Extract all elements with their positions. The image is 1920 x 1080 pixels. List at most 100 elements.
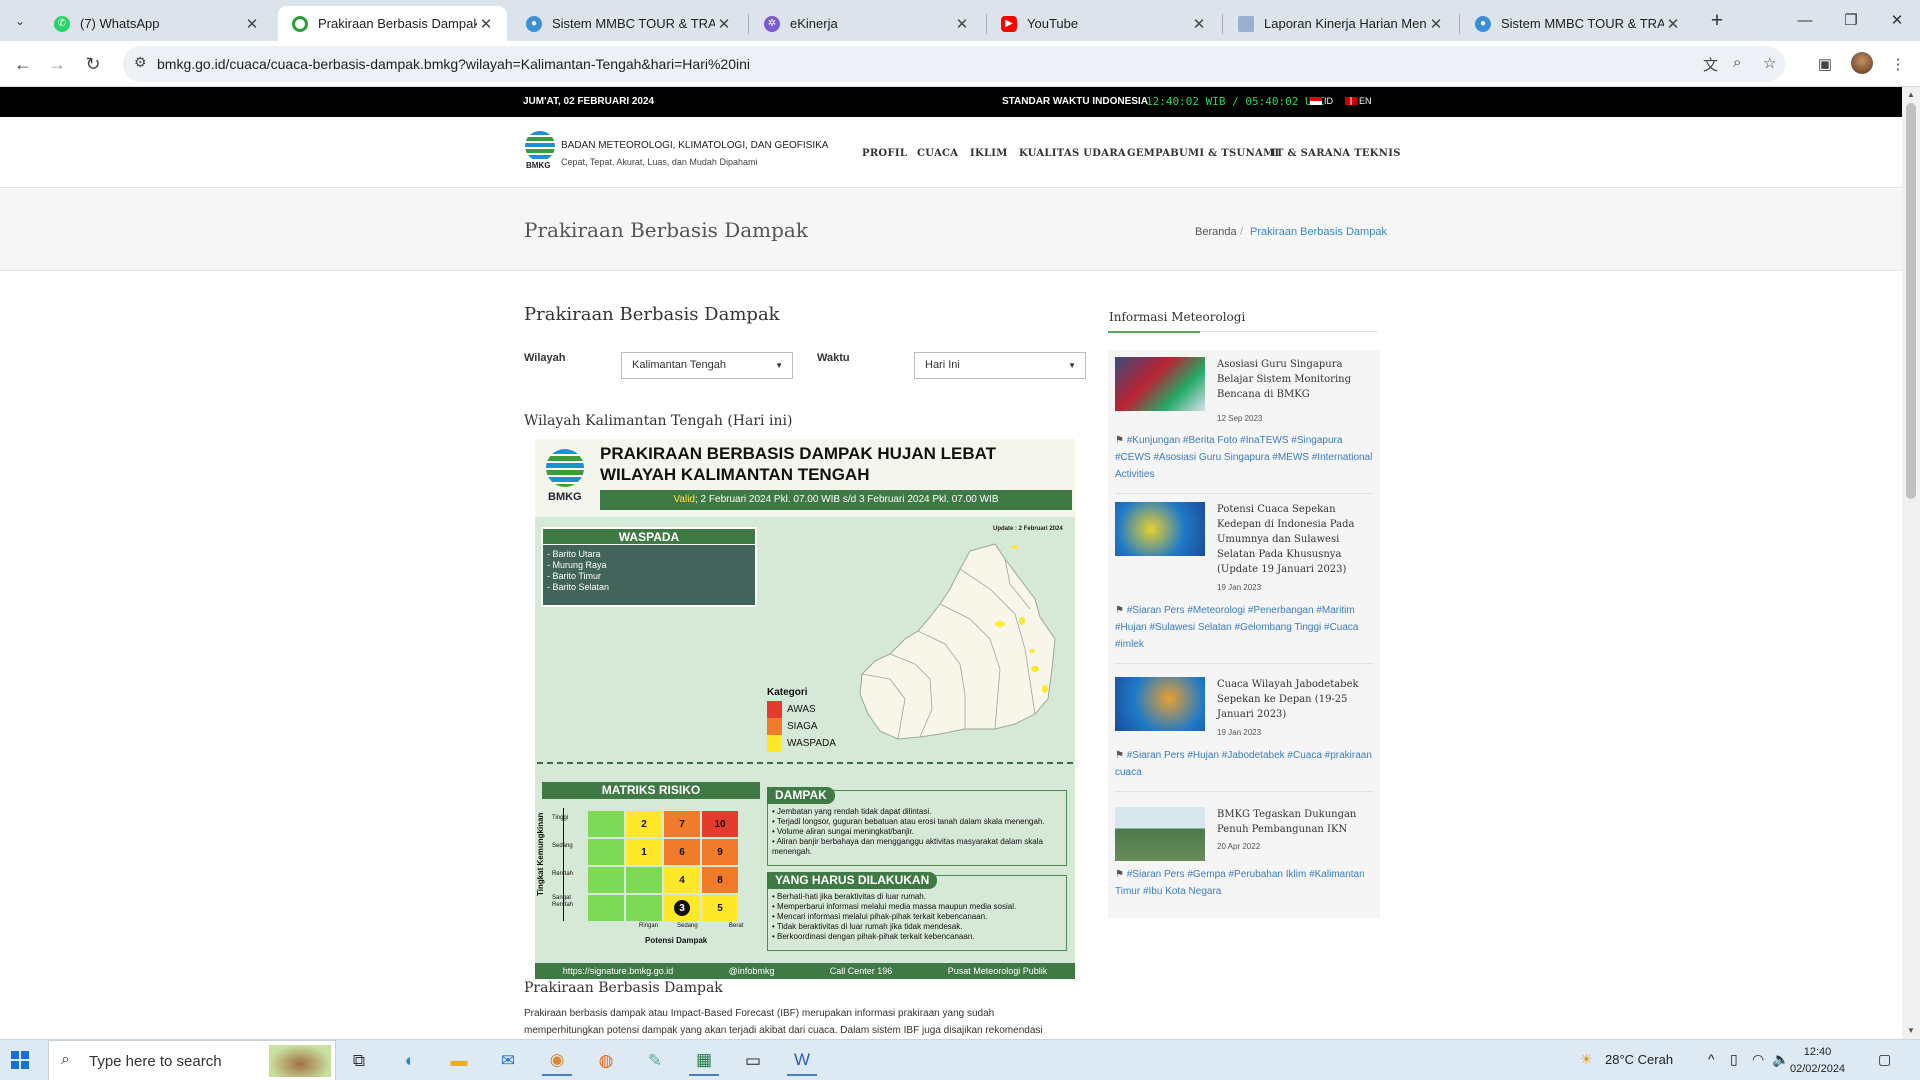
matrix-x-axis-label: Potensi Dampak	[645, 936, 708, 945]
nav-kualitas-udara[interactable]: KUALITAS UDARA	[1019, 148, 1126, 159]
profile-avatar[interactable]	[1851, 52, 1873, 74]
meet-now-icon[interactable]: ▯	[1730, 1051, 1738, 1068]
zoom-icon[interactable]: ⌕	[1733, 54, 1741, 71]
article-title[interactable]: Potensi Cuaca Sepekan Kedepan di Indones…	[1217, 502, 1369, 577]
waspada-box: WASPADA - Barito Utara - Murung Raya - B…	[541, 527, 757, 607]
list-item: • Mencari informasi melalui pihak-pihak …	[772, 912, 988, 921]
bookmark-star-icon[interactable]: ☆	[1763, 54, 1776, 72]
windows-start-icon[interactable]	[11, 1051, 29, 1069]
list-item: • Jembatan yang rendah tidak dapat dilin…	[772, 807, 932, 816]
tab-ekinerja[interactable]: ✲ eKinerja ✕	[750, 6, 983, 41]
notification-icon[interactable]: ▢	[1878, 1051, 1891, 1068]
firefox-icon[interactable]: ◍	[591, 1046, 621, 1076]
nav-iklim[interactable]: IKLIM	[970, 148, 1008, 159]
region-title: Wilayah Kalimantan Tengah (Hari ini)	[524, 413, 793, 429]
matrix-row-label: Sangat Rendah	[552, 895, 574, 908]
matrix-y-axis-label: Tingkat Kemungkinan	[536, 812, 545, 896]
file-explorer-icon[interactable]: ▬	[444, 1046, 474, 1076]
article-title[interactable]: Cuaca Wilayah Jabodetabek Sepekan ke Dep…	[1217, 677, 1369, 722]
tab-youtube[interactable]: ▶ YouTube ✕	[987, 6, 1220, 41]
edge-icon[interactable]: ◐	[395, 1046, 425, 1076]
tray-chevron-icon[interactable]: ^	[1708, 1051, 1715, 1067]
matrix-row-label: Sedang	[552, 843, 573, 849]
taskbar-search[interactable]: ⌕ Type here to search	[48, 1040, 336, 1080]
taskbar-clock[interactable]: 12:40 02/02/2024	[1790, 1044, 1845, 1078]
tab-laporan[interactable]: Laporan Kinerja Harian Menunggu ✕	[1224, 6, 1457, 41]
close-tab-icon[interactable]: ✕	[1427, 15, 1445, 33]
mail-icon[interactable]: ✉	[493, 1046, 523, 1076]
lang-id-link[interactable]: ID	[1310, 96, 1333, 106]
flag-id-icon	[1310, 97, 1322, 105]
menu-kebab-icon[interactable]: ⋮	[1886, 52, 1910, 76]
close-tab-icon[interactable]: ✕	[953, 15, 971, 33]
bmkg-logo[interactable]: BMKG	[523, 131, 557, 171]
globe-icon: ●	[526, 15, 542, 32]
close-tab-icon[interactable]: ✕	[1664, 15, 1682, 33]
page-scrollbar[interactable]: ▲ ▼	[1902, 87, 1920, 1039]
breadcrumb-home[interactable]: Beranda	[1195, 226, 1237, 238]
forward-button[interactable]: →	[42, 49, 72, 79]
article-thumbnail[interactable]	[1115, 677, 1205, 731]
excel-icon[interactable]: ▦	[689, 1046, 719, 1076]
close-tab-icon[interactable]: ✕	[1190, 15, 1208, 33]
close-tab-icon[interactable]: ✕	[715, 15, 733, 33]
nav-it-sarana-teknis[interactable]: IT & SARANA TEKNIS	[1271, 148, 1401, 159]
article-thumbnail[interactable]	[1115, 357, 1205, 411]
new-tab-button[interactable]: +	[1703, 8, 1731, 34]
nav-gempabumi-tsunami[interactable]: GEMPABUMI & TSUNAMI	[1127, 148, 1279, 159]
back-button[interactable]: ←	[8, 49, 38, 79]
chrome-icon[interactable]: ◉	[542, 1046, 572, 1076]
close-window-button[interactable]: ✕	[1874, 6, 1920, 34]
terminal-icon[interactable]: ▭	[738, 1046, 768, 1076]
matrix-cell: 9	[702, 839, 738, 865]
article-thumbnail[interactable]	[1115, 502, 1205, 556]
weather-icon[interactable]: ☀	[1580, 1051, 1593, 1068]
browser-toolbar: ← → ↻ ⚙ bmkg.go.id/cuaca/cuaca-berbasis-…	[0, 41, 1920, 87]
close-tab-icon[interactable]: ✕	[477, 15, 495, 33]
bmkg-globe-icon	[546, 449, 584, 487]
lang-en-link[interactable]: EN	[1345, 96, 1372, 106]
site-info-icon[interactable]: ⚙	[134, 54, 147, 71]
minimize-button[interactable]: —	[1782, 6, 1828, 34]
scrollbar-thumb[interactable]	[1906, 103, 1916, 499]
article-title[interactable]: Asosiasi Guru Singapura Belajar Sistem M…	[1217, 357, 1369, 402]
article-separator	[1115, 493, 1373, 494]
dropdown-arrow-icon: ▼	[1068, 361, 1076, 370]
volume-icon[interactable]: 🔈	[1772, 1051, 1789, 1068]
waspada-list: - Barito Utara - Murung Raya - Barito Ti…	[543, 545, 755, 593]
article-tags[interactable]: ⚑ #Siaran Pers #Hujan #Jabodetabek #Cuac…	[1115, 747, 1373, 781]
scroll-up-icon[interactable]: ▲	[1907, 90, 1915, 99]
agency-name: BADAN METEOROLOGI, KLIMATOLOGI, DAN GEOF…	[561, 140, 829, 151]
article-tags[interactable]: ⚑ #Kunjungan #Berita Foto #InaTEWS #Sing…	[1115, 432, 1373, 483]
list-item: - Barito Timur	[547, 571, 602, 581]
translate-icon[interactable]: 文	[1703, 54, 1718, 75]
close-tab-icon[interactable]: ✕	[243, 15, 261, 33]
article-title[interactable]: BMKG Tegaskan Dukungan Penuh Pembangunan…	[1217, 807, 1369, 837]
nav-profil[interactable]: PROFIL	[862, 148, 907, 159]
tab-whatsapp[interactable]: ✆ (7) WhatsApp ✕	[40, 6, 273, 41]
paint-icon[interactable]: ✎	[640, 1046, 670, 1076]
tab-search-button[interactable]: ⌄	[0, 8, 40, 34]
tab-bmkg-active[interactable]: Prakiraan Berbasis Dampak Wilayah Kalima…	[278, 6, 507, 41]
tab-mmbc-2[interactable]: ● Sistem MMBC TOUR & TRAVEL ✕	[1461, 6, 1694, 41]
waktu-select[interactable]: Hari Ini ▼	[914, 352, 1086, 379]
restore-button[interactable]: ❐	[1828, 6, 1874, 34]
article-tags[interactable]: ⚑ #Siaran Pers #Gempa #Perubahan Iklim #…	[1115, 866, 1373, 900]
ibf-infographic: BMKG PRAKIRAAN BERBASIS DAMPAK HUJAN LEB…	[535, 439, 1075, 979]
task-view-icon[interactable]: ⧉	[344, 1046, 374, 1076]
article-thumbnail[interactable]	[1115, 807, 1205, 861]
reload-button[interactable]: ↻	[78, 49, 108, 79]
article-date: 12 Sep 2023	[1217, 414, 1263, 423]
scroll-down-icon[interactable]: ▼	[1907, 1026, 1915, 1035]
tab-mmbc-1[interactable]: ● Sistem MMBC TOUR & TRAVEL ✕	[512, 6, 745, 41]
url-text[interactable]: bmkg.go.id/cuaca/cuaca-berbasis-dampak.b…	[157, 56, 750, 72]
article-tags[interactable]: ⚑ #Siaran Pers #Meteorologi #Penerbangan…	[1115, 602, 1373, 653]
word-icon[interactable]: W	[787, 1046, 817, 1076]
weather-text[interactable]: 28°C Cerah	[1605, 1052, 1673, 1067]
nav-cuaca[interactable]: CUACA	[917, 148, 958, 159]
address-bar[interactable]: ⚙ bmkg.go.id/cuaca/cuaca-berbasis-dampak…	[123, 46, 1785, 82]
network-icon[interactable]: ◠	[1752, 1051, 1764, 1068]
wilayah-select[interactable]: Kalimantan Tengah ▼	[621, 352, 793, 379]
waspada-area-marker	[1029, 649, 1035, 653]
side-panel-icon[interactable]: ▣	[1813, 52, 1837, 76]
